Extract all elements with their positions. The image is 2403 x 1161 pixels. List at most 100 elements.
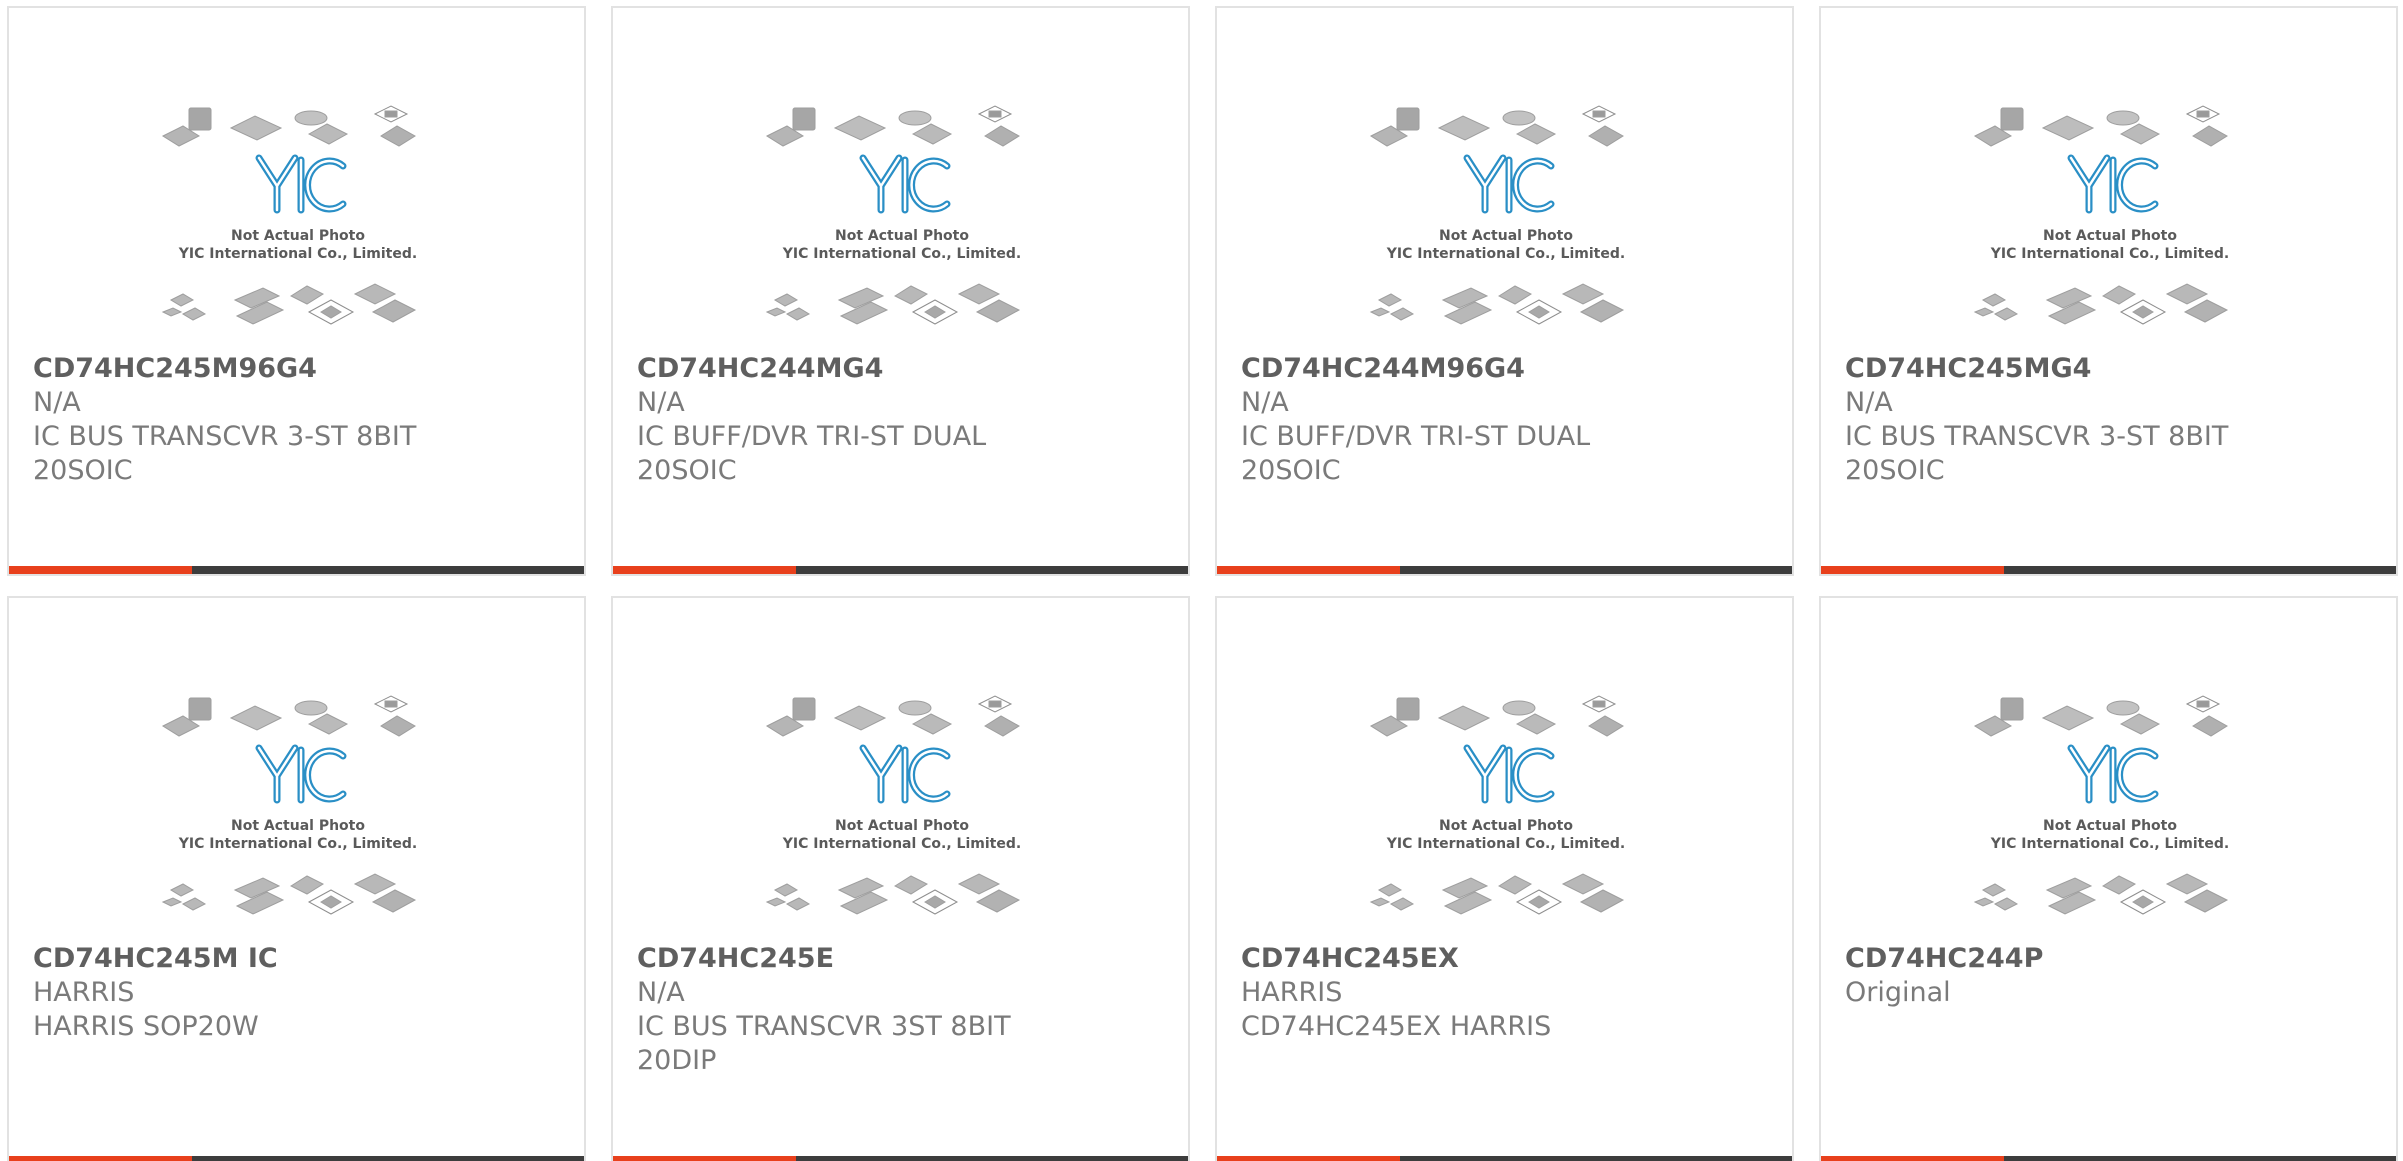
- card-accent-bar: [613, 566, 796, 574]
- product-detail-line: HARRIS: [33, 977, 135, 1008]
- product-grid: Not Actual Photo YIC International Co., …: [0, 0, 2403, 1161]
- product-info: CD74HC244P Original: [1845, 942, 2376, 1010]
- part-number[interactable]: CD74HC244M96G4: [1241, 352, 1772, 386]
- product-info: CD74HC245EX HARRIS CD74HC245EX HARRIS: [1241, 942, 1772, 1044]
- not-actual-photo-graphic: Not Actual Photo YIC International Co., …: [1369, 695, 1625, 915]
- not-actual-photo-graphic: Not Actual Photo YIC International Co., …: [1973, 105, 2229, 325]
- card-accent-bar: [1217, 566, 1400, 574]
- product-placeholder-image[interactable]: Not Actual Photo YIC International Co., …: [1971, 100, 2250, 345]
- product-detail-line: N/A: [33, 387, 81, 418]
- product-detail-line: IC BUS TRANSCVR 3-ST 8BIT: [33, 421, 417, 452]
- product-card-4[interactable]: Not Actual Photo YIC International Co., …: [1819, 6, 2398, 576]
- product-placeholder-image[interactable]: Not Actual Photo YIC International Co., …: [763, 100, 1042, 345]
- product-detail-line: Original: [1845, 977, 1951, 1008]
- not-actual-photo-graphic: Not Actual Photo YIC International Co., …: [1369, 105, 1625, 325]
- product-detail-line: IC BUS TRANSCVR 3ST 8BIT: [637, 1011, 1011, 1042]
- product-detail-line: 20SOIC: [1845, 455, 1945, 486]
- product-details: HARRIS HARRIS SOP20W: [33, 976, 564, 1044]
- product-detail-line: 20DIP: [637, 1045, 717, 1076]
- photo-caption-1: Not Actual Photo: [835, 228, 969, 244]
- card-accent-bar: [1821, 1156, 2004, 1161]
- product-details: N/A IC BUS TRANSCVR 3ST 8BIT 20DIP: [637, 976, 1168, 1078]
- photo-caption-1: Not Actual Photo: [231, 818, 365, 834]
- product-detail-line: 20SOIC: [637, 455, 737, 486]
- product-detail-line: 20SOIC: [33, 455, 133, 486]
- card-bottom-bar: [1821, 1156, 2396, 1161]
- product-detail-line: 20SOIC: [1241, 455, 1341, 486]
- product-placeholder-image[interactable]: Not Actual Photo YIC International Co., …: [1971, 690, 2250, 935]
- card-accent-bar: [9, 566, 192, 574]
- product-placeholder-image[interactable]: Not Actual Photo YIC International Co., …: [1367, 690, 1646, 935]
- product-detail-line: N/A: [1241, 387, 1289, 418]
- product-info: CD74HC244M96G4 N/A IC BUFF/DVR TRI-ST DUA…: [1241, 352, 1772, 488]
- photo-caption-1: Not Actual Photo: [2043, 818, 2177, 834]
- product-info: CD74HC245M IC HARRIS HARRIS SOP20W: [33, 942, 564, 1044]
- product-card-1[interactable]: Not Actual Photo YIC International Co., …: [7, 6, 586, 576]
- photo-caption-2: YIC International Co., Limited.: [782, 246, 1021, 262]
- card-bottom-bar: [9, 1156, 584, 1161]
- product-placeholder-image[interactable]: Not Actual Photo YIC International Co., …: [159, 690, 438, 935]
- product-detail-line: N/A: [637, 977, 685, 1008]
- product-placeholder-image[interactable]: Not Actual Photo YIC International Co., …: [763, 690, 1042, 935]
- card-bottom-bar: [1217, 1156, 1792, 1161]
- photo-caption-2: YIC International Co., Limited.: [178, 246, 417, 262]
- product-placeholder-image[interactable]: Not Actual Photo YIC International Co., …: [159, 100, 438, 345]
- card-accent-bar: [613, 1156, 796, 1161]
- product-detail-line: N/A: [637, 387, 685, 418]
- product-card-3[interactable]: Not Actual Photo YIC International Co., …: [1215, 6, 1794, 576]
- product-detail-line: IC BUFF/DVR TRI-ST DUAL: [1241, 421, 1591, 452]
- card-accent-bar: [9, 1156, 192, 1161]
- product-details: HARRIS CD74HC245EX HARRIS: [1241, 976, 1772, 1044]
- photo-caption-2: YIC International Co., Limited.: [178, 836, 417, 852]
- not-actual-photo-graphic: Not Actual Photo YIC International Co., …: [765, 695, 1021, 915]
- photo-caption-2: YIC International Co., Limited.: [1386, 246, 1625, 262]
- photo-caption-2: YIC International Co., Limited.: [782, 836, 1021, 852]
- product-detail-line: N/A: [1845, 387, 1893, 418]
- photo-caption-1: Not Actual Photo: [2043, 228, 2177, 244]
- not-actual-photo-graphic: Not Actual Photo YIC International Co., …: [161, 695, 417, 915]
- part-number[interactable]: CD74HC244MG4: [637, 352, 1168, 386]
- product-info: CD74HC245MG4 N/A IC BUS TRANSCVR 3-ST 8BI…: [1845, 352, 2376, 488]
- part-number[interactable]: CD74HC245EX: [1241, 942, 1772, 976]
- product-card-2[interactable]: Not Actual Photo YIC International Co., …: [611, 6, 1190, 576]
- card-bottom-bar: [1217, 566, 1792, 574]
- product-details: Original: [1845, 976, 2376, 1010]
- photo-caption-2: YIC International Co., Limited.: [1990, 836, 2229, 852]
- card-accent-bar: [1821, 566, 2004, 574]
- product-card-7[interactable]: Not Actual Photo YIC International Co., …: [1215, 596, 1794, 1161]
- part-number[interactable]: CD74HC245M96G4: [33, 352, 564, 386]
- card-bottom-bar: [613, 1156, 1188, 1161]
- photo-caption-1: Not Actual Photo: [1439, 228, 1573, 244]
- card-bottom-bar: [613, 566, 1188, 574]
- product-card-8[interactable]: Not Actual Photo YIC International Co., …: [1819, 596, 2398, 1161]
- card-bottom-bar: [9, 566, 584, 574]
- product-info: CD74HC244MG4 N/A IC BUFF/DVR TRI-ST DUAL 2…: [637, 352, 1168, 488]
- product-details: N/A IC BUS TRANSCVR 3-ST 8BIT 20SOIC: [33, 386, 564, 488]
- part-number[interactable]: CD74HC244P: [1845, 942, 2376, 976]
- product-info: CD74HC245M96G4 N/A IC BUS TRANSCVR 3-ST 8…: [33, 352, 564, 488]
- product-card-5[interactable]: Not Actual Photo YIC International Co., …: [7, 596, 586, 1161]
- not-actual-photo-graphic: Not Actual Photo YIC International Co., …: [765, 105, 1021, 325]
- part-number[interactable]: CD74HC245E: [637, 942, 1168, 976]
- photo-caption-1: Not Actual Photo: [1439, 818, 1573, 834]
- photo-caption-1: Not Actual Photo: [231, 228, 365, 244]
- product-detail-line: CD74HC245EX HARRIS: [1241, 1011, 1552, 1042]
- part-number[interactable]: CD74HC245MG4: [1845, 352, 2376, 386]
- product-detail-line: IC BUFF/DVR TRI-ST DUAL: [637, 421, 987, 452]
- product-details: N/A IC BUFF/DVR TRI-ST DUAL 20SOIC: [1241, 386, 1772, 488]
- photo-caption-2: YIC International Co., Limited.: [1386, 836, 1625, 852]
- not-actual-photo-graphic: Not Actual Photo YIC International Co., …: [1973, 695, 2229, 915]
- product-placeholder-image[interactable]: Not Actual Photo YIC International Co., …: [1367, 100, 1646, 345]
- photo-caption-2: YIC International Co., Limited.: [1990, 246, 2229, 262]
- not-actual-photo-graphic: Not Actual Photo YIC International Co., …: [161, 105, 417, 325]
- product-info: CD74HC245E N/A IC BUS TRANSCVR 3ST 8BIT 20…: [637, 942, 1168, 1078]
- product-detail-line: IC BUS TRANSCVR 3-ST 8BIT: [1845, 421, 2229, 452]
- product-detail-line: HARRIS SOP20W: [33, 1011, 259, 1042]
- product-detail-line: HARRIS: [1241, 977, 1343, 1008]
- card-bottom-bar: [1821, 566, 2396, 574]
- photo-caption-1: Not Actual Photo: [835, 818, 969, 834]
- product-details: N/A IC BUS TRANSCVR 3-ST 8BIT 20SOIC: [1845, 386, 2376, 488]
- part-number[interactable]: CD74HC245M IC: [33, 942, 564, 976]
- product-details: N/A IC BUFF/DVR TRI-ST DUAL 20SOIC: [637, 386, 1168, 488]
- product-card-6[interactable]: Not Actual Photo YIC International Co., …: [611, 596, 1190, 1161]
